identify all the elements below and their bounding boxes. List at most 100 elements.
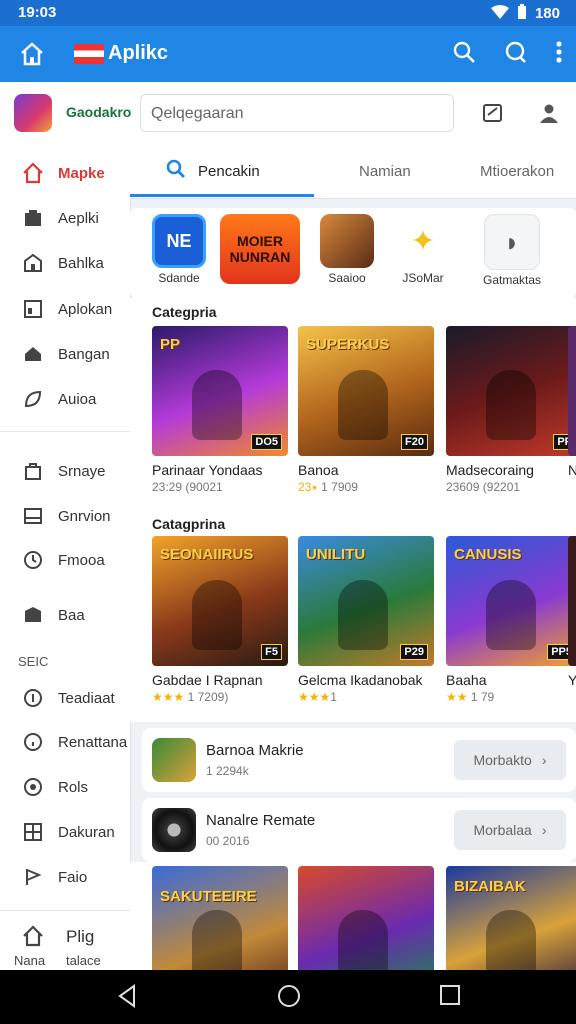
- row-action-button[interactable]: Morbalaa ›: [454, 810, 566, 850]
- user-name: Gaodakro: [66, 104, 132, 120]
- sidebar-item-mapke[interactable]: Mapke: [0, 153, 130, 193]
- footer-label: Plig: [66, 927, 95, 946]
- sidebar-item-auioa[interactable]: Auioa: [0, 379, 130, 419]
- home-icon: [22, 162, 44, 184]
- game-card[interactable]: SAKUTEEIRE: [152, 866, 288, 970]
- grid-icon: [22, 821, 44, 843]
- more-vert-icon[interactable]: [556, 40, 562, 69]
- game-art: SUPERKUS F20: [298, 326, 434, 456]
- rating-stars: ★★: [446, 690, 468, 704]
- window-icon: [22, 298, 44, 320]
- building-icon: [22, 252, 44, 274]
- sidebar-footer[interactable]: Plig Nana talace: [0, 910, 130, 971]
- sidebar-item-fmooa[interactable]: Fmooa: [0, 540, 130, 580]
- game-card[interactable]: N: [568, 326, 576, 478]
- sidebar-item-gnrvion[interactable]: Gnrvion: [0, 496, 130, 536]
- category-title: Categpria: [152, 304, 217, 320]
- store-icon: [22, 207, 44, 229]
- game-art: SAKUTEEIRE: [152, 866, 288, 970]
- profile-icon[interactable]: [538, 102, 560, 129]
- featured-app[interactable]: ✦ JSoMar: [390, 214, 456, 298]
- app-icon: NE: [152, 214, 206, 268]
- featured-app[interactable]: ◗ Gatmaktas: [468, 214, 556, 298]
- featured-app[interactable]: MOIER NUNRAN: [218, 214, 302, 298]
- box-icon: [22, 604, 44, 626]
- sidebar-item-srnaye[interactable]: Srnaye: [0, 451, 130, 491]
- avatar[interactable]: [14, 94, 52, 132]
- sidebar-item-baa[interactable]: Baa: [0, 595, 130, 635]
- rating-stars: 23⭑: [298, 480, 318, 494]
- category-section: Catagprina SEONAIIRUS F5 Gabdae I Rapnan…: [130, 510, 576, 722]
- featured-apps: NE Sdande MOIER NUNRAN Saaioo ✦ JSoMar ◗…: [130, 208, 576, 298]
- home-icon: [22, 925, 44, 952]
- battery-level: 180: [534, 5, 560, 22]
- tab-pencakin[interactable]: Pencakin: [166, 144, 260, 198]
- clock-icon: [22, 549, 44, 571]
- tab-bar: Pencakin Namian Mtioerakon: [130, 144, 576, 199]
- sidebar-item-rols[interactable]: Rols: [0, 767, 130, 807]
- game-card[interactable]: PP Madsecoraing 23609 (92201: [446, 326, 576, 494]
- back-icon[interactable]: [116, 984, 138, 1013]
- sidebar-item-bangan[interactable]: Bangan: [0, 334, 130, 374]
- edit-icon[interactable]: [482, 102, 504, 129]
- list-item[interactable]: Barnoa Makrie 1 2294k Morbakto ›: [142, 728, 576, 792]
- recents-icon[interactable]: [439, 984, 461, 1011]
- footer-sub-left: Nana: [14, 953, 46, 968]
- game-card[interactable]: BIZAIBAK: [446, 866, 576, 970]
- app-icon: [320, 214, 374, 268]
- game-art: PP DO5: [152, 326, 288, 456]
- footer-sub-right: talace: [66, 953, 101, 968]
- sidebar-item-teadiaat[interactable]: Teadiaat: [0, 678, 130, 718]
- featured-app[interactable]: NE Sdande: [146, 214, 212, 298]
- timer-icon: [22, 731, 44, 753]
- sidebar-section-title: SEIC: [18, 654, 49, 669]
- home-circle-icon[interactable]: [277, 984, 301, 1013]
- game-art: CANUSIS PP5: [446, 536, 576, 666]
- target-icon: [22, 776, 44, 798]
- game-art: UNILITU P29: [298, 536, 434, 666]
- bag-icon: [22, 460, 44, 482]
- game-art: [568, 326, 576, 456]
- list-item[interactable]: Nanalre Remate 00 2016 Morbalaa ›: [142, 798, 576, 862]
- game-art: SEONAIIRUS F5: [152, 536, 288, 666]
- game-card[interactable]: SEONAIIRUS F5 Gabdae I Rapnan ★★★ 1 7209…: [152, 536, 288, 704]
- game-art: PP: [446, 326, 576, 456]
- star-icon: ✦: [396, 214, 450, 268]
- search-icon[interactable]: [452, 40, 476, 69]
- chat-search-icon[interactable]: [504, 40, 528, 69]
- game-card[interactable]: UNILITU P29 Gelcma Ikadanobak ★★★1: [298, 536, 434, 704]
- app-icon: MOIER NUNRAN: [220, 214, 300, 284]
- monitor-icon: [22, 505, 44, 527]
- game-card[interactable]: Y: [568, 536, 576, 688]
- home-icon[interactable]: [18, 40, 46, 73]
- sidebar-item-dakuran[interactable]: Dakuran: [0, 812, 130, 852]
- sidebar-item-aplokan[interactable]: Aplokan: [0, 289, 130, 329]
- game-art: [298, 866, 434, 970]
- sidebar-item-aeplki[interactable]: Aeplki: [0, 198, 130, 238]
- row-action-button[interactable]: Morbakto ›: [454, 740, 566, 780]
- search-input[interactable]: Qelqegaaran: [140, 94, 454, 132]
- rating-stars: ★★★: [298, 690, 331, 704]
- chevron-right-icon: ›: [541, 822, 547, 838]
- search-row: Gaodakro Qelqegaaran: [0, 82, 576, 145]
- leaf-icon: [22, 388, 44, 410]
- game-card[interactable]: CANUSIS PP5 Baaha ★★ 1 79: [446, 536, 576, 704]
- main-content: Pencakin Namian Mtioerakon NE Sdande MOI…: [130, 144, 576, 970]
- battery-icon: [517, 4, 527, 23]
- category-section: Categpria PP DO5 Parinaar Yondaas 23:29 …: [130, 298, 576, 510]
- game-card[interactable]: PP DO5 Parinaar Yondaas 23:29 (90021: [152, 326, 288, 494]
- featured-app[interactable]: Saaioo: [314, 214, 380, 298]
- app-icon: [152, 808, 196, 852]
- sidebar-item-faio[interactable]: Faio: [0, 857, 130, 897]
- game-card[interactable]: SUPERKUS F20 Banoa 23⭑ 1 7909: [298, 326, 434, 495]
- sidebar-item-bahlka[interactable]: Bahlka: [0, 243, 130, 283]
- search-icon: [166, 159, 186, 183]
- sidebar-item-renattana[interactable]: Renattana: [0, 722, 130, 762]
- sidebar-divider: [0, 431, 130, 432]
- tab-mtioerakon[interactable]: Mtioerakon: [480, 144, 554, 198]
- game-card[interactable]: [298, 866, 434, 970]
- info-icon: [22, 687, 44, 709]
- tab-namian[interactable]: Namian: [359, 144, 411, 198]
- chat-bubble-icon: ◗: [484, 214, 540, 270]
- app-brand: Aplikc: [74, 42, 168, 65]
